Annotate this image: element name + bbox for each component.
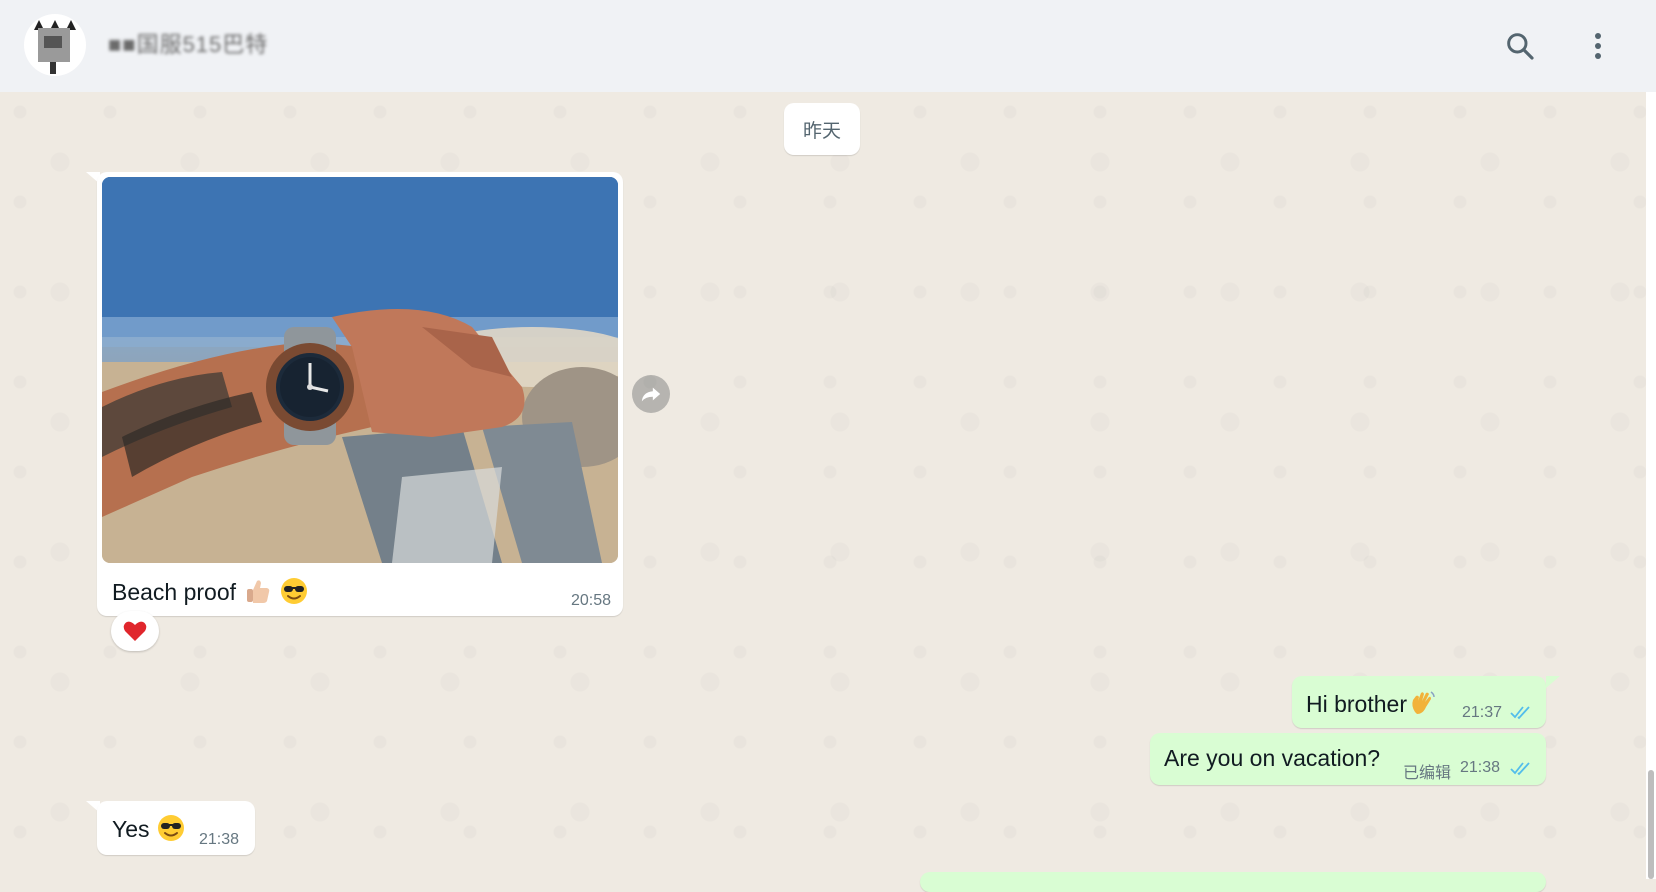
message-bubble-outgoing-partial[interactable] xyxy=(920,872,1546,892)
message-bubble-image[interactable]: Beach proof 20:58 xyxy=(97,172,623,616)
search-icon[interactable] xyxy=(1500,26,1540,66)
message-bubble-outgoing[interactable]: Are you on vacation? 已编辑 21:38 xyxy=(1150,733,1546,785)
message-photo[interactable] xyxy=(102,177,618,563)
chat-header: ■■国服515巴特 xyxy=(0,0,1656,92)
thumbs-up-emoji-icon xyxy=(242,576,272,612)
contact-avatar[interactable] xyxy=(24,14,86,76)
message-caption: Beach proof xyxy=(112,576,309,612)
waving-hand-emoji-icon xyxy=(1407,688,1437,724)
message-text: Yes xyxy=(112,813,186,849)
sunglasses-emoji-icon xyxy=(156,813,186,849)
sunglasses-emoji-icon xyxy=(279,576,309,612)
message-time: 21:38 xyxy=(1460,759,1501,776)
date-divider: 昨天 xyxy=(784,103,860,155)
double-check-read-icon xyxy=(1510,704,1534,725)
message-bubble-outgoing[interactable]: Hi brother 21:37 xyxy=(1292,676,1546,728)
message-text: Are you on vacation? xyxy=(1164,745,1381,771)
message-bubble-incoming[interactable]: Yes 21:38 xyxy=(97,801,255,855)
scrollbar-thumb[interactable] xyxy=(1648,770,1654,879)
contact-name[interactable]: ■■国服515巴特 xyxy=(108,30,268,60)
heart-icon xyxy=(123,621,147,641)
forward-button[interactable] xyxy=(632,375,670,413)
message-time: 21:37 xyxy=(1462,704,1503,721)
forward-icon xyxy=(641,387,661,402)
reaction-heart[interactable] xyxy=(111,611,159,651)
more-vertical-icon[interactable] xyxy=(1578,26,1618,66)
edited-label: 已编辑 xyxy=(1403,765,1452,782)
message-time: 21:38 xyxy=(199,831,240,848)
double-check-read-icon xyxy=(1510,760,1534,781)
bubble-tail xyxy=(1546,676,1560,688)
message-text: Hi brother xyxy=(1306,688,1437,724)
message-time: 20:58 xyxy=(570,592,611,609)
scrollbar-track[interactable] xyxy=(1646,92,1656,879)
